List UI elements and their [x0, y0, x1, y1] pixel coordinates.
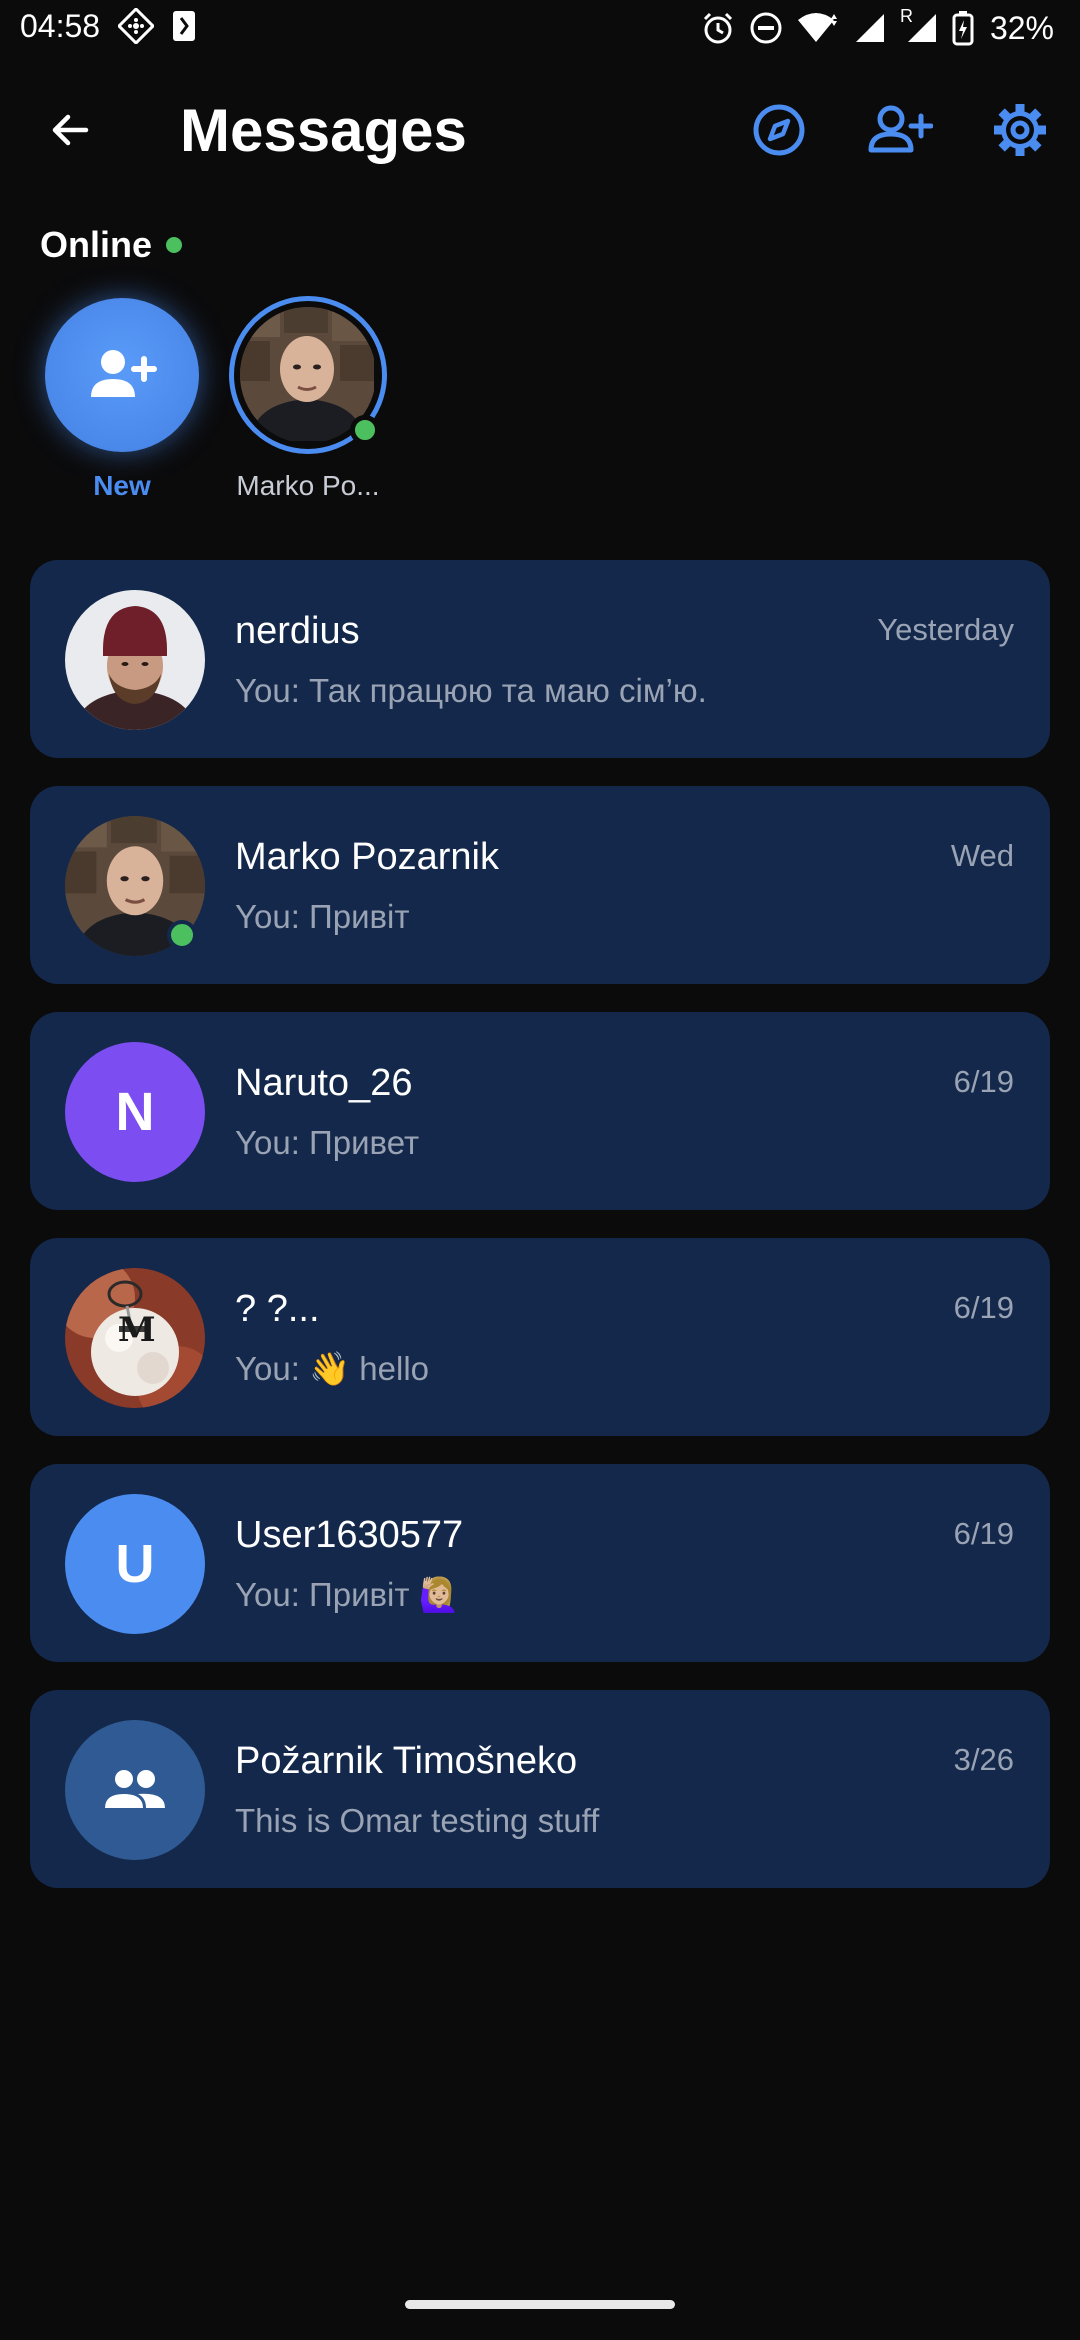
home-indicator[interactable]: [405, 2300, 675, 2309]
conversation-name: Naruto_26: [235, 1062, 413, 1104]
conversation-time: 6/19: [953, 1516, 1014, 1551]
roaming-signal-icon: R: [900, 6, 940, 46]
gear-icon: [994, 104, 1046, 156]
avatar: N: [65, 1042, 205, 1182]
conversation-last-message: You: Привет: [235, 1124, 420, 1161]
conversation-last-message: You: 👋 hello: [235, 1350, 430, 1387]
user-plus-icon: [91, 350, 157, 397]
group-icon: [105, 1770, 165, 1808]
explore-button[interactable]: [745, 96, 813, 164]
conversation-item[interactable]: Marko Pozarnik You: Привіт Wed: [30, 786, 1050, 984]
conversation-last-message: This is Omar testing stuff: [235, 1802, 600, 1839]
conversation-item[interactable]: N Naruto_26 You: Привет 6/19: [30, 1012, 1050, 1210]
conversation-list: nerdius You: Так працюю та маю сім’ю. Ye…: [30, 560, 1050, 1916]
avatar-letter: U: [115, 1534, 155, 1594]
avatar: [65, 590, 205, 730]
online-label: Online: [40, 224, 153, 265]
battery-percent: 32%: [989, 9, 1054, 46]
page-title: Messages: [180, 97, 467, 164]
online-status-dot: [350, 415, 380, 445]
app-notification-icon: [116, 6, 156, 49]
new-chat-label: New: [93, 470, 151, 501]
new-chat-button[interactable]: [45, 298, 199, 452]
battery-charging-icon: [952, 10, 974, 46]
conversation-name: Marko Pozarnik: [235, 836, 499, 878]
conversation-item[interactable]: U User1630577 You: Привіт 🙋🏼‍♀️ 6/19: [30, 1464, 1050, 1662]
alarm-icon: [700, 10, 736, 46]
avatar: M: [65, 1268, 205, 1408]
online-user-name: Marko Po...: [236, 470, 380, 501]
messages-screen: 04:58 R 32% Messages Online New Marko Po…: [0, 0, 1080, 2340]
online-section-header: Online: [40, 224, 183, 266]
online-user-avatar[interactable]: [229, 296, 387, 454]
conversation-time: Wed: [950, 838, 1014, 873]
conversation-item[interactable]: M ? ?... You: 👋 hello 6/19: [30, 1238, 1050, 1436]
conversation-item[interactable]: Požarnik Timošneko This is Omar testing …: [30, 1690, 1050, 1888]
status-time: 04:58: [20, 8, 101, 44]
conversation-name: Požarnik Timošneko: [235, 1740, 578, 1782]
conversation-last-message: You: Так працюю та маю сім’ю.: [235, 672, 707, 709]
settings-button[interactable]: [986, 96, 1054, 164]
conversation-time: 6/19: [953, 1290, 1014, 1325]
conversation-last-message: You: Привіт: [235, 898, 410, 935]
avatar-letter: M: [118, 1310, 156, 1350]
avatar-letter: N: [115, 1082, 155, 1142]
clipboard-notification-icon: [170, 8, 198, 49]
online-indicator-dot: [166, 237, 183, 253]
avatar: U: [65, 1494, 205, 1634]
conversation-time: 6/19: [953, 1064, 1014, 1099]
wifi-icon: [796, 10, 840, 46]
conversation-time: Yesterday: [877, 612, 1014, 647]
header: Messages: [0, 90, 1080, 170]
avatar: [65, 1720, 205, 1860]
conversation-name: nerdius: [235, 610, 360, 652]
do-not-disturb-icon: [748, 10, 784, 46]
status-bar: 04:58 R 32%: [0, 0, 1080, 56]
cell-signal-icon: [852, 10, 888, 46]
conversation-name: User1630577: [235, 1514, 464, 1556]
online-status-dot: [167, 920, 197, 950]
compass-icon: [753, 104, 805, 156]
conversation-time: 3/26: [953, 1742, 1014, 1777]
add-contact-button[interactable]: [866, 96, 934, 164]
conversation-name: ? ?...: [235, 1288, 320, 1330]
conversation-last-message: You: Привіт 🙋🏼‍♀️: [235, 1576, 460, 1613]
back-button[interactable]: [38, 98, 102, 162]
conversation-item[interactable]: nerdius You: Так працюю та маю сім’ю. Ye…: [30, 560, 1050, 758]
arrow-left-icon: [52, 114, 89, 146]
user-plus-icon: [868, 105, 933, 153]
